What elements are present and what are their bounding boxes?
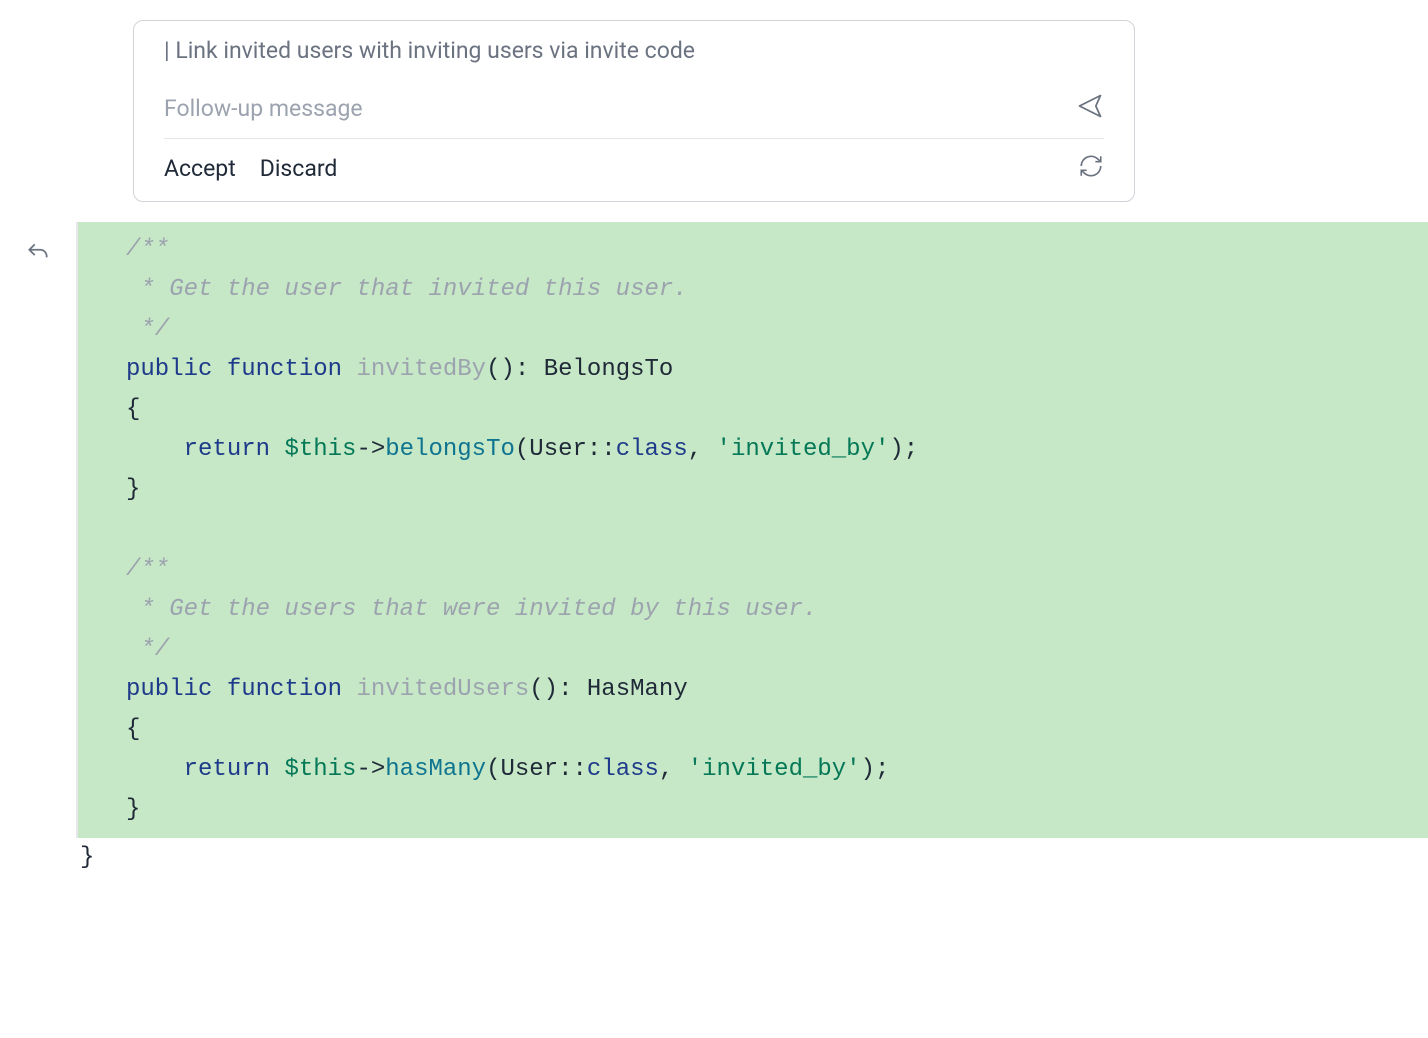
code-punct: :: (558, 756, 587, 783)
user-prompt-text: | Link invited users with inviting users… (164, 37, 1104, 64)
send-icon[interactable] (1076, 92, 1104, 124)
added-code-block[interactable]: /** * Get the user that invited this use… (78, 222, 1428, 838)
code-method: belongsTo (385, 436, 515, 463)
code-class: class (616, 436, 688, 463)
divider (164, 138, 1104, 139)
code-diff-area: /** * Get the user that invited this use… (0, 222, 1428, 838)
code-brace: } (126, 476, 140, 503)
code-brace: { (126, 396, 140, 423)
code-comment: /** (126, 556, 169, 583)
code-punct: ( (515, 436, 529, 463)
code-typename: User (501, 756, 559, 783)
code-punct: : (558, 676, 572, 703)
code-keyword: public (126, 676, 212, 703)
code-punct: ); (889, 436, 918, 463)
code-comment: * Get the user that invited this user. (126, 276, 688, 303)
undo-icon[interactable] (25, 240, 51, 838)
code-typename: HasMany (587, 676, 688, 703)
code-punct: ( (486, 756, 500, 783)
code-punct: , (659, 756, 688, 783)
code-comment: * Get the users that were invited by thi… (126, 596, 817, 623)
code-string: 'invited_by' (688, 756, 861, 783)
ai-inline-panel: | Link invited users with inviting users… (133, 20, 1135, 202)
code-keyword: function (227, 356, 342, 383)
code-variable: $this (284, 436, 356, 463)
code-punct: ); (861, 756, 890, 783)
code-brace: { (126, 716, 140, 743)
closing-brace: } (80, 838, 1428, 878)
code-punct: : (515, 356, 529, 383)
code-funcname: invitedBy (356, 356, 486, 383)
code-arrow: -> (356, 436, 385, 463)
code-comment: /** (126, 236, 169, 263)
code-keyword: function (227, 676, 342, 703)
action-row: Accept Discard (164, 153, 1104, 183)
code-string: 'invited_by' (717, 436, 890, 463)
accept-button[interactable]: Accept (164, 155, 236, 182)
code-punct: , (688, 436, 717, 463)
code-typename: BelongsTo (544, 356, 674, 383)
code-keyword: return (184, 756, 270, 783)
code-variable: $this (284, 756, 356, 783)
code-keyword: public (126, 356, 212, 383)
code-punct: () (529, 676, 558, 703)
code-funcname: invitedUsers (356, 676, 529, 703)
code-method: hasMany (385, 756, 486, 783)
code-arrow: -> (356, 756, 385, 783)
code-typename: User (529, 436, 587, 463)
code-class: class (587, 756, 659, 783)
refresh-icon[interactable] (1078, 153, 1104, 183)
followup-input[interactable] (164, 95, 1044, 122)
code-keyword: return (184, 436, 270, 463)
code-comment: */ (126, 316, 169, 343)
followup-row (164, 92, 1104, 124)
code-punct: :: (587, 436, 616, 463)
discard-button[interactable]: Discard (260, 155, 338, 182)
code-punct: () (486, 356, 515, 383)
code-comment: */ (126, 636, 169, 663)
gutter (0, 222, 78, 838)
code-brace: } (126, 796, 140, 823)
